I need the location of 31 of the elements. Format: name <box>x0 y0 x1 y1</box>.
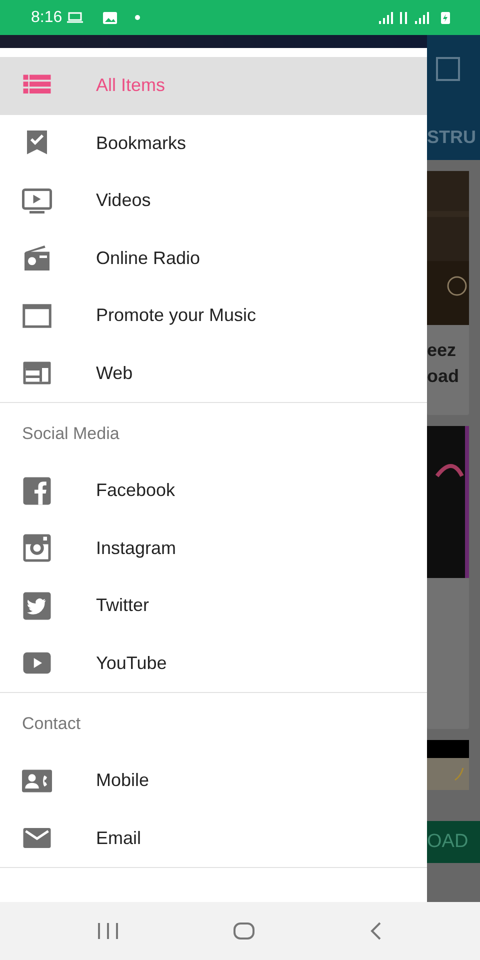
menu-item[interactable]: YouTube <box>0 634 427 692</box>
menu-item[interactable]: Facebook <box>0 462 427 520</box>
back-icon[interactable] <box>369 922 383 940</box>
signal-icon <box>415 12 429 24</box>
battery-icon <box>441 11 450 24</box>
menu-item[interactable]: Web <box>0 344 427 402</box>
home-icon[interactable] <box>233 922 255 940</box>
menu-item[interactable]: Instagram <box>0 520 427 577</box>
tab-label: STRU <box>427 127 477 148</box>
signal-icon <box>379 12 393 24</box>
menu-item[interactable]: Online Radio <box>0 230 427 287</box>
section-header: Social Media <box>21 422 120 444</box>
video-icon <box>22 186 52 216</box>
radio-icon <box>22 243 52 274</box>
image-icon <box>103 12 118 24</box>
laptop-icon <box>67 12 84 23</box>
dot-icon <box>135 15 140 20</box>
menu-item[interactable]: Videos <box>0 172 427 230</box>
section-header: Contact <box>21 712 82 734</box>
menu-item[interactable]: Bookmarks <box>0 114 427 172</box>
recent-apps-icon[interactable] <box>97 922 119 940</box>
menu-item[interactable]: Twitter <box>0 577 427 634</box>
camera-icon <box>22 533 52 564</box>
square-icon <box>436 57 460 81</box>
menu-item[interactable]: Mobile <box>0 752 427 810</box>
card-title: eez oad <box>427 339 460 388</box>
time-text: 8:16 <box>31 8 62 26</box>
menu-item[interactable]: Email <box>0 810 427 867</box>
menu-item[interactable]: Promote your Music <box>0 287 427 344</box>
bird-icon <box>22 590 52 621</box>
facebook-icon <box>22 476 52 506</box>
